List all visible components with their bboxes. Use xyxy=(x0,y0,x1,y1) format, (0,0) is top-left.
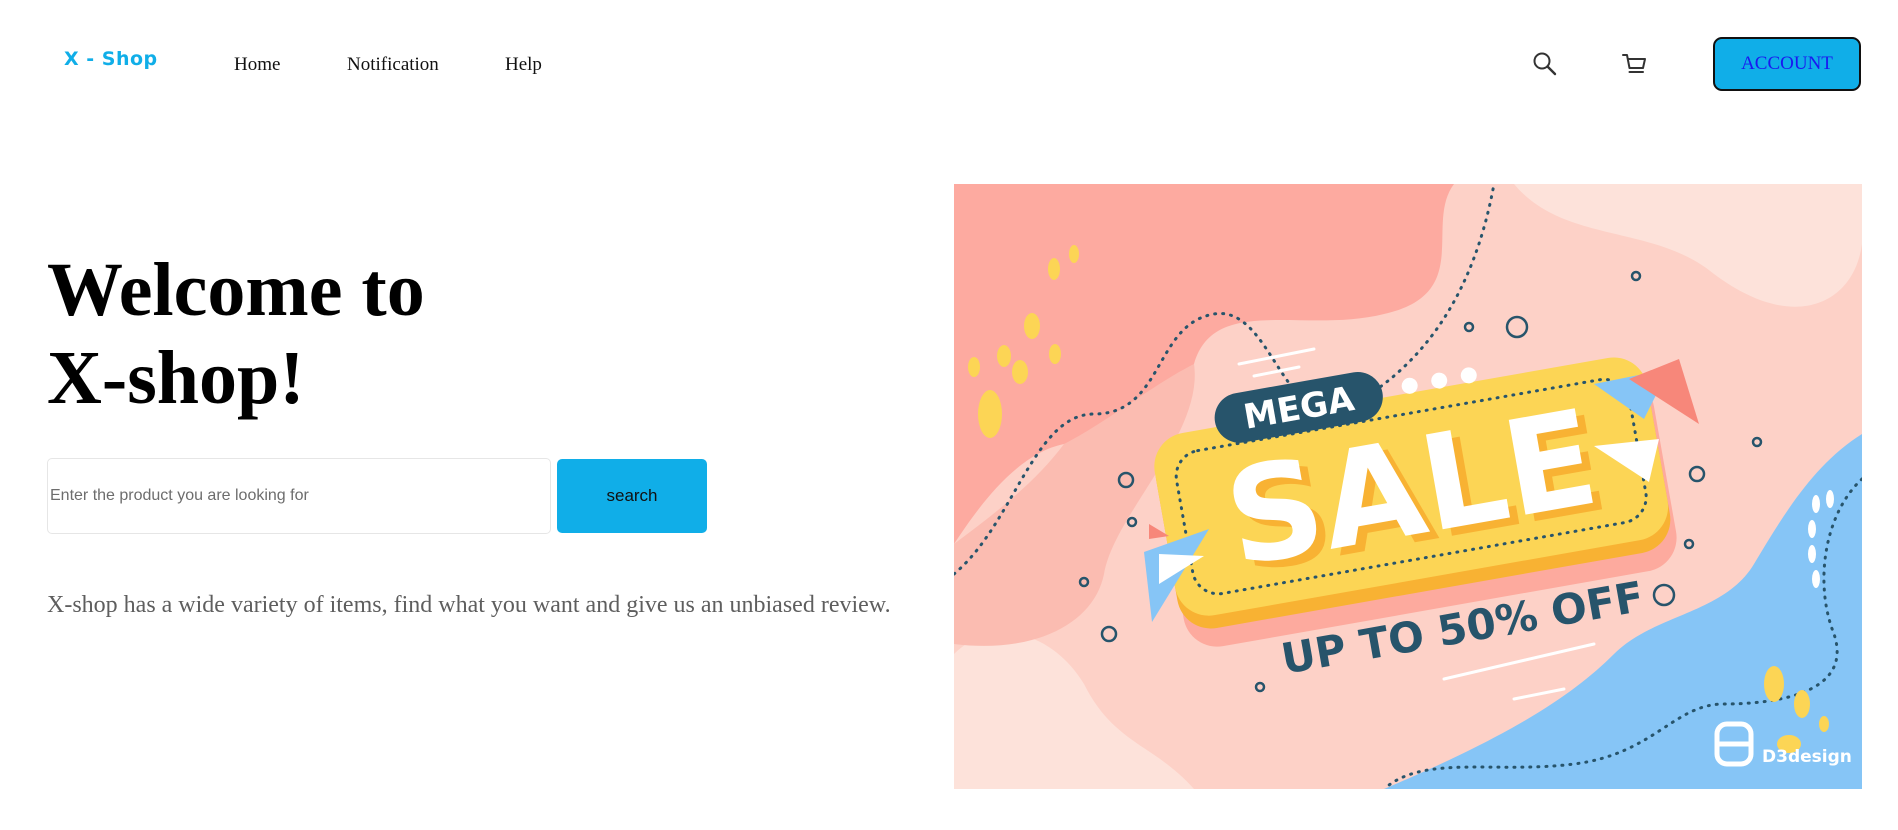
search-button[interactable]: search xyxy=(557,459,707,533)
hero-title-line-2: X-shop! xyxy=(47,336,305,420)
nav-home[interactable]: Home xyxy=(234,54,280,76)
search-icon[interactable] xyxy=(1530,49,1560,79)
product-search-input[interactable] xyxy=(47,458,551,534)
banner-brand: D3design xyxy=(1762,747,1852,767)
hero-tagline: X-shop has a wide variety of items, find… xyxy=(47,592,891,618)
nav-notification[interactable]: Notification xyxy=(347,54,439,76)
sale-banner-illustration: MEGA SALE SALE UP TO 50% OFF D3design xyxy=(954,184,1862,789)
hero-title-line-1: Welcome to xyxy=(47,248,425,332)
cart-icon[interactable] xyxy=(1620,49,1650,79)
account-button[interactable]: ACCOUNT xyxy=(1713,37,1861,91)
hero-title: Welcome to X-shop! xyxy=(47,246,425,422)
logo[interactable]: X - Shop xyxy=(64,48,158,70)
sale-banner[interactable]: MEGA SALE SALE UP TO 50% OFF D3design xyxy=(954,184,1862,789)
nav-help[interactable]: Help xyxy=(505,54,542,76)
